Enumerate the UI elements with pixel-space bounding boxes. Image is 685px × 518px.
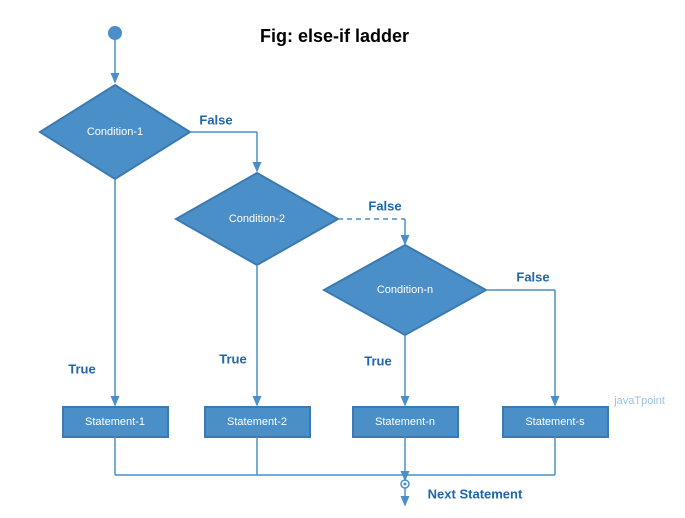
watermark: javaTpoint <box>614 395 665 407</box>
edge-label-true: True <box>364 353 391 368</box>
edge-label-true: True <box>219 351 246 366</box>
edge-label-true: True <box>68 361 95 376</box>
process-label: Statement-n <box>375 416 435 428</box>
process-label: Statement-s <box>525 416 585 428</box>
start-node <box>108 26 122 40</box>
edge-label-false: False <box>368 198 401 213</box>
decision-label: Condition-n <box>377 284 433 296</box>
process-label: Statement-2 <box>227 416 287 428</box>
edge-label-false: False <box>516 269 549 284</box>
process-label: Statement-1 <box>85 416 145 428</box>
decision-label: Condition-2 <box>229 213 285 225</box>
next-statement-label: Next Statement <box>428 486 523 501</box>
decision-label: Condition-1 <box>87 126 143 138</box>
flowchart-svg: Condition-1 False Condition-2 False Cond… <box>0 0 685 518</box>
edge-label-false: False <box>199 112 232 127</box>
